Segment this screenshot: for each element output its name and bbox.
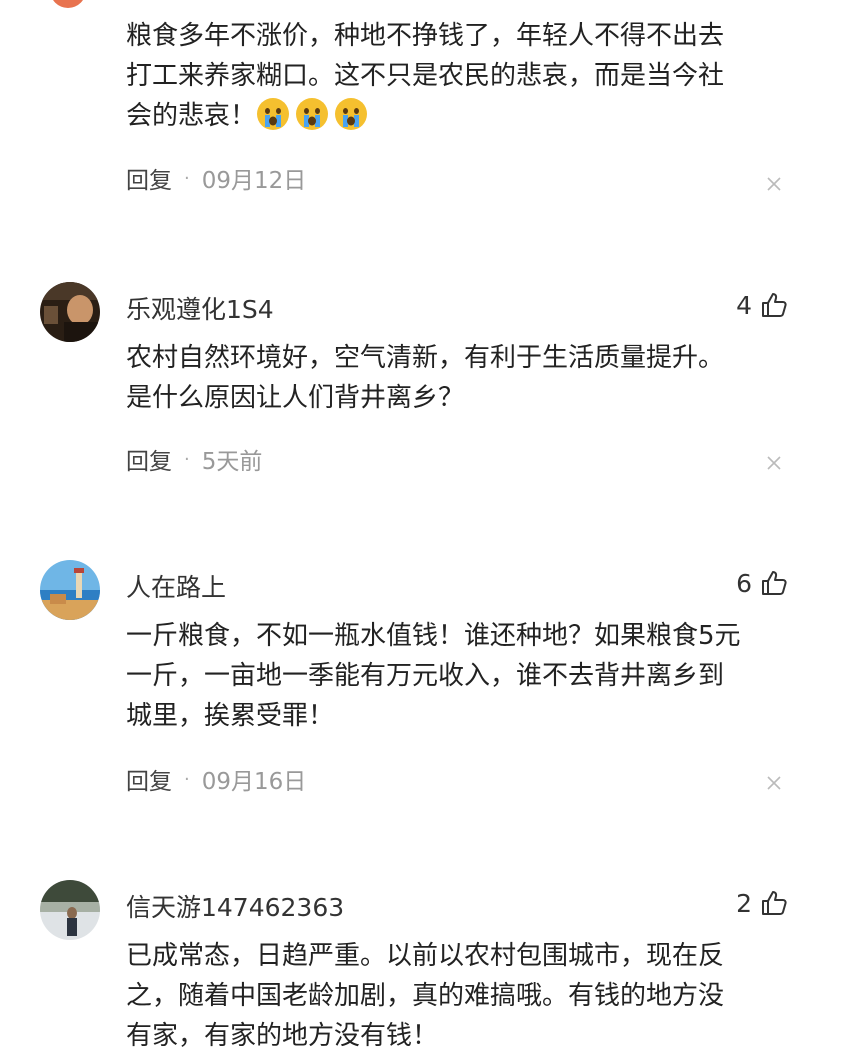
comment-text: 农村自然环境好，空气清新，有利于生活质量提升。 是什么原因让人们背井离乡？ xyxy=(126,338,806,418)
separator-dot: · xyxy=(184,448,190,470)
separator-dot: · xyxy=(184,167,190,189)
comment-text: 一斤粮食，不如一瓶水值钱！谁还种地？如果粮食5元 一斤，一亩地一季能有万元收入，… xyxy=(126,616,806,736)
like-button[interactable]: 4 xyxy=(736,288,788,322)
comment-text: 粮食多年不涨价，种地不挣钱了，年轻人不得不出去 打工来养家糊口。这不只是农民的悲… xyxy=(126,16,806,136)
like-count: 2 xyxy=(736,888,752,918)
thumbs-up-icon[interactable] xyxy=(760,889,788,917)
close-icon[interactable] xyxy=(766,455,782,471)
username[interactable]: 乐观遵化1S4 xyxy=(126,290,274,326)
thumbs-up-icon[interactable] xyxy=(760,291,788,319)
like-button[interactable]: 6 xyxy=(736,566,788,600)
comment-text: 已成常态，日趋严重。以前以农村包围城市，现在反 之，随着中国老龄加剧，真的难搞哦… xyxy=(126,936,806,1056)
comment-time: 09月16日 xyxy=(201,769,307,795)
comment-text-line: 城里，挨累受罪！ xyxy=(126,701,335,731)
comment-meta: 回复 · 09月12日 xyxy=(126,161,307,195)
comment-text-line: 粮食多年不涨价，种地不挣钱了，年轻人不得不出去 xyxy=(126,21,725,51)
thumbs-up-icon[interactable] xyxy=(760,569,788,597)
avatar[interactable] xyxy=(40,880,100,940)
comment-text-line: 有家，有家的地方没有钱！ xyxy=(126,1021,439,1051)
username[interactable]: 人在路上 xyxy=(126,568,226,604)
comment-text-line: 是什么原因让人们背井离乡？ xyxy=(126,383,465,413)
comment-time: 09月12日 xyxy=(201,168,307,194)
crying-face-emoji-icon xyxy=(256,97,290,131)
comment-text-line: 一斤，一亩地一季能有万元收入，谁不去背井离乡到 xyxy=(126,661,725,691)
comment-meta: 回复 · 5天前 xyxy=(126,442,263,476)
like-count: 4 xyxy=(736,290,752,320)
avatar-previous-comment[interactable] xyxy=(50,0,86,8)
close-icon[interactable] xyxy=(766,775,782,791)
comment-text-line-part: 会的悲哀！ xyxy=(126,101,257,131)
comment-time: 5天前 xyxy=(201,449,263,475)
crying-face-emoji-icon xyxy=(295,97,329,131)
comment-text-line: 农村自然环境好，空气清新，有利于生活质量提升。 xyxy=(126,343,725,373)
like-button[interactable]: 2 xyxy=(736,886,788,920)
username[interactable]: 信天游147462363 xyxy=(126,888,344,924)
crying-face-emoji-icon xyxy=(334,97,368,131)
separator-dot: · xyxy=(184,768,190,790)
avatar[interactable] xyxy=(40,282,100,342)
close-icon[interactable] xyxy=(766,176,782,192)
comment-text-line: 已成常态，日趋严重。以前以农村包围城市，现在反 xyxy=(126,941,725,971)
comment-text-line: 一斤粮食，不如一瓶水值钱！谁还种地？如果粮食5元 xyxy=(126,621,741,651)
like-count: 6 xyxy=(736,568,752,598)
comment-text-line: 打工来养家糊口。这不只是农民的悲哀，而是当今社 xyxy=(126,61,725,91)
comment-text-line: 会的悲哀！ xyxy=(126,96,806,136)
comment-text-line: 之，随着中国老龄加剧，真的难搞哦。有钱的地方没 xyxy=(126,981,725,1011)
reply-button[interactable]: 回复 xyxy=(126,442,172,476)
avatar[interactable] xyxy=(40,560,100,620)
reply-button[interactable]: 回复 xyxy=(126,161,172,195)
comment-meta: 回复 · 09月16日 xyxy=(126,762,307,796)
reply-button[interactable]: 回复 xyxy=(126,762,172,796)
